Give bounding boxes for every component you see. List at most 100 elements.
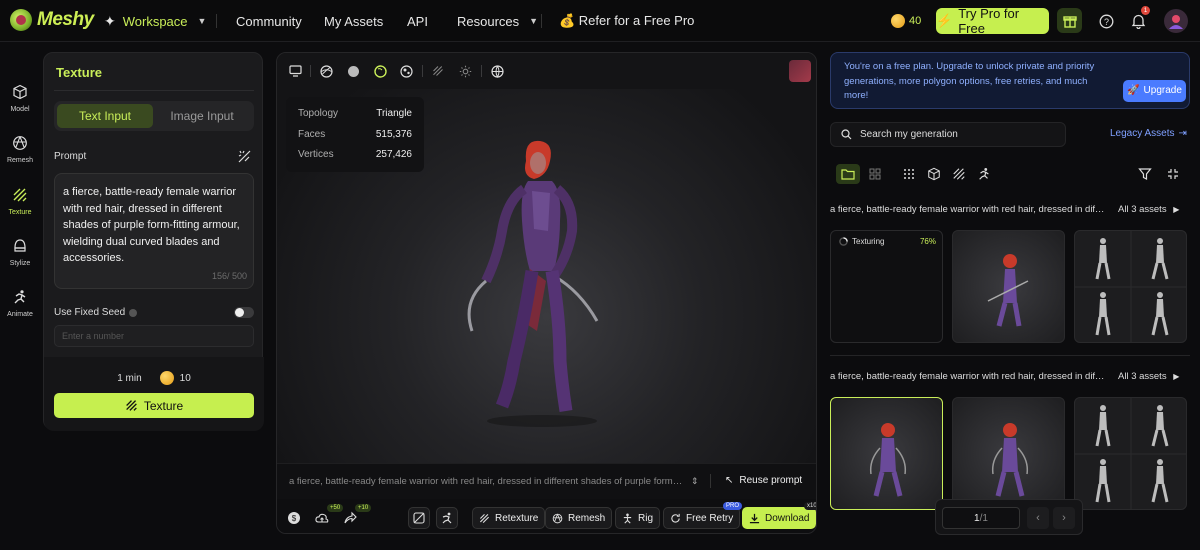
coin-icon: $: [288, 512, 300, 524]
next-page-button[interactable]: ›: [1053, 507, 1075, 529]
publish-button[interactable]: [315, 511, 329, 525]
remesh-button[interactable]: Remesh: [545, 507, 613, 529]
viewer-action-bar: $ +50 +10 Retexture Remesh Rig Free Retr…: [277, 499, 816, 533]
credits-count: 40: [909, 15, 922, 27]
rocket-icon: 🚀: [1127, 84, 1140, 96]
publish-bonus-badge: +50: [327, 504, 344, 512]
magic-wand-button[interactable]: [238, 150, 251, 163]
environment-button[interactable]: [490, 64, 504, 78]
sidebar-item-animate[interactable]: Animate: [0, 289, 40, 318]
texturing-progress: 76%: [919, 237, 936, 246]
pro-badge: PRO: [723, 502, 743, 510]
asset-tile-texturing[interactable]: Texturing 76%: [830, 230, 943, 343]
reference-image-button[interactable]: [408, 507, 430, 529]
stat-value: 257,426: [375, 149, 412, 160]
toolbar-divider: [422, 65, 423, 77]
grid-icon[interactable]: [868, 167, 882, 181]
sidebar-item-remesh[interactable]: Remesh: [0, 135, 40, 164]
display-mode-button[interactable]: [288, 64, 302, 78]
meshy-logo[interactable]: Meshy: [10, 9, 94, 31]
gift-button[interactable]: [1057, 8, 1082, 33]
material-view-button[interactable]: [399, 64, 413, 78]
free-retry-button[interactable]: Free Retry: [663, 507, 741, 529]
filter-icon[interactable]: [1138, 167, 1152, 181]
asset-tile-mesh-views[interactable]: [1074, 230, 1187, 343]
asset-tile-textured[interactable]: [952, 230, 1065, 343]
upgrade-banner: You're on a free plan. Upgrade to unlock…: [830, 52, 1190, 109]
nav-divider: [541, 14, 542, 28]
page-indicator[interactable]: 1 /1: [942, 507, 1020, 529]
expand-prompt-icon[interactable]: ⇕: [691, 476, 699, 487]
fixed-seed-toggle[interactable]: [234, 307, 254, 318]
refer-link[interactable]: 💰 Refer for a Free Pro: [559, 0, 694, 42]
dots-grid-icon[interactable]: [902, 167, 916, 181]
wireframe-view-button[interactable]: [319, 64, 333, 78]
reuse-prompt-button[interactable]: ↖ Reuse prompt: [725, 475, 802, 486]
asset-tile-mesh-views[interactable]: [1074, 397, 1187, 510]
texture-preview-button[interactable]: [431, 64, 445, 78]
model-viewer[interactable]: Topology Triangle Faces 515,376 Vertices…: [276, 52, 817, 534]
cube-icon[interactable]: [927, 167, 941, 181]
upgrade-button[interactable]: 🚀 Upgrade: [1123, 80, 1186, 102]
seed-input[interactable]: Enter a number: [54, 325, 254, 347]
legacy-assets-link[interactable]: Legacy Assets ⇥: [1110, 128, 1187, 139]
textured-sphere-icon: [373, 64, 387, 78]
try-pro-button[interactable]: ⚡ Try Pro for Free: [936, 6, 1049, 36]
model-thumbnail[interactable]: [789, 60, 811, 82]
chevron-left-icon: ‹: [1036, 512, 1040, 524]
mesh-views-thumbnail: [1075, 398, 1186, 509]
all-assets-link[interactable]: All 3 assets ▶: [1118, 371, 1179, 382]
generation-group-title[interactable]: a fierce, battle-ready female warrior wi…: [830, 204, 1105, 215]
banner-text: You're on a free plan. Upgrade to unlock…: [844, 61, 1095, 101]
solid-view-button[interactable]: [346, 64, 360, 78]
user-avatar[interactable]: [1164, 9, 1188, 33]
share-bonus-badge: +10: [355, 504, 372, 512]
viewer-prompt-text: a fierce, battle-ready female warrior wi…: [289, 476, 684, 487]
sidebar-item-model[interactable]: Model: [0, 84, 40, 113]
info-icon[interactable]: [129, 308, 138, 317]
nav-api[interactable]: API: [407, 0, 428, 42]
notifications-button[interactable]: 1: [1130, 6, 1150, 29]
animate-quick-button[interactable]: [436, 507, 458, 529]
asset-tile-textured[interactable]: [952, 397, 1065, 510]
asset-tile-selected[interactable]: [830, 397, 943, 510]
lighting-button[interactable]: [458, 64, 472, 78]
texture-submit-button[interactable]: Texture: [54, 393, 254, 418]
download-button[interactable]: Download: [742, 507, 816, 529]
prompt-textarea[interactable]: a fierce, battle-ready female warrior wi…: [54, 173, 254, 289]
magic-wand-icon: [238, 150, 251, 163]
nav-my-assets[interactable]: My Assets: [324, 0, 383, 42]
running-figure-icon[interactable]: [977, 167, 991, 181]
all-assets-link[interactable]: All 3 assets ▶: [1118, 204, 1179, 215]
all-assets-label: All 3 assets: [1118, 371, 1167, 382]
sidebar-item-texture[interactable]: Texture: [0, 187, 40, 216]
nav-community[interactable]: Community: [236, 0, 302, 42]
folder-icon[interactable]: [841, 167, 855, 181]
retexture-button[interactable]: Retexture: [472, 507, 546, 529]
textured-view-button[interactable]: [373, 64, 387, 78]
stat-faces: Faces 515,376: [298, 129, 412, 140]
top-navigation-bar: Meshy ✦ Workspace ▼ Community My Assets …: [0, 0, 1200, 42]
wireframe-sphere-icon: [319, 64, 333, 78]
help-button[interactable]: ?: [1098, 13, 1114, 29]
tab-image-input[interactable]: Image Input: [154, 104, 250, 128]
prev-page-button[interactable]: ‹: [1027, 507, 1049, 529]
avatar-icon: [1169, 15, 1183, 29]
nav-resources[interactable]: Resources ▼: [457, 0, 538, 42]
sidebar-item-stylize[interactable]: Stylize: [0, 238, 40, 267]
credits-action-button[interactable]: $: [287, 511, 301, 525]
workspace-menu[interactable]: ✦ Workspace ▼: [104, 0, 206, 42]
sidebar-item-label: Stylize: [9, 260, 31, 267]
texture-icon[interactable]: [952, 167, 966, 181]
generation-group-title[interactable]: a fierce, battle-ready female warrior wi…: [830, 371, 1105, 382]
collapse-icon[interactable]: [1166, 167, 1180, 181]
rig-button[interactable]: Rig: [615, 507, 661, 529]
search-generation-input[interactable]: Search my generation: [830, 122, 1066, 147]
reuse-prompt-label: Reuse prompt: [739, 475, 803, 486]
share-button[interactable]: [343, 511, 357, 525]
tab-text-input[interactable]: Text Input: [57, 104, 153, 128]
panel-divider: [54, 90, 254, 91]
sparkle-icon: ✦: [104, 12, 116, 29]
credits-display[interactable]: 40: [891, 0, 921, 42]
warrior-3d-model[interactable]: [462, 131, 622, 431]
